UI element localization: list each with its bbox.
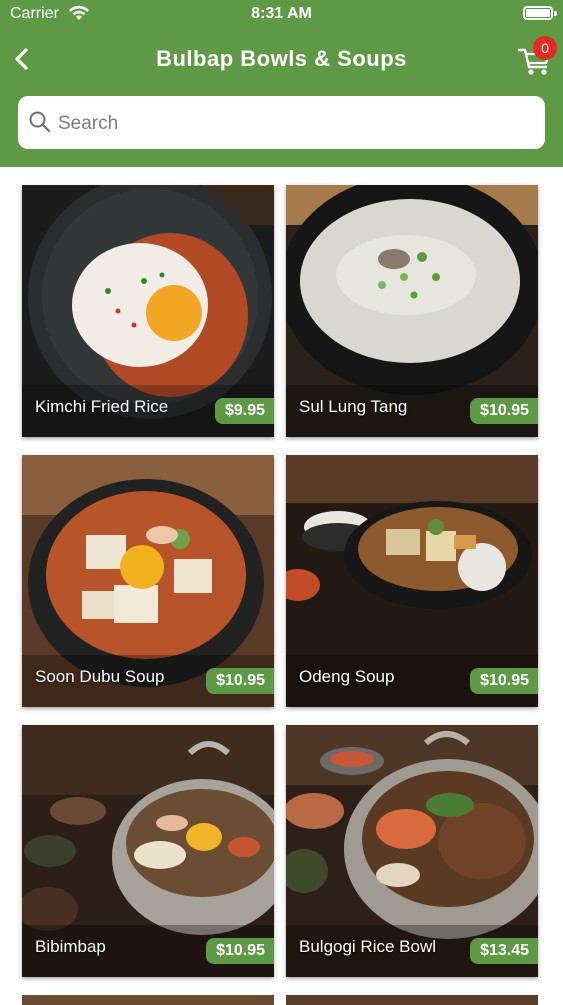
menu-item-name: Soon Dubu Soup [35,667,165,686]
search-icon [29,111,51,133]
menu-item-card[interactable]: Odeng Soup $10.95 [286,455,538,707]
menu-grid: Kimchi Fried Rice $9.95 Sul Lung Tang $1… [0,167,563,1005]
clock: 8:31 AM [251,5,312,22]
menu-item-price: $10.95 [470,398,538,424]
menu-item-card-partial[interactable] [286,995,538,1005]
menu-item-price: $10.95 [206,938,274,964]
menu-item-card[interactable]: Bibimbap $10.95 [22,725,274,977]
menu-item-name: Kimchi Fried Rice [35,397,169,416]
menu-item-card[interactable]: Bulgogi Rice Bowl $13.45 [286,725,538,977]
search-input[interactable] [56,96,530,151]
menu-item-card[interactable]: Kimchi Fried Rice $9.95 [22,185,274,437]
menu-item-price: $9.95 [214,398,274,424]
status-bar: Carrier 8:31 AM [0,0,563,30]
menu-item-name: Sul Lung Tang [299,397,408,416]
menu-item-photo-partial [286,995,538,1005]
battery-tip [554,11,557,16]
menu-item-name: Bibimbap [35,937,106,956]
menu-item-price: $10.95 [206,668,274,694]
menu-item-name: Bulgogi Rice Bowl [299,937,437,956]
menu-item-price: $13.45 [470,938,538,964]
search-bar[interactable] [18,96,545,151]
menu-item-price: $10.95 [470,668,538,694]
battery-icon [523,6,553,20]
menu-item-photo-partial [22,995,274,1005]
menu-item-card[interactable]: Sul Lung Tang $10.95 [286,185,538,437]
menu-item-card-partial[interactable] [22,995,274,1005]
app-header: Carrier 8:31 AM Bulbap Bowls & Soups 0 [0,0,563,167]
menu-item-name: Odeng Soup [299,667,395,686]
page-title: Bulbap Bowls & Soups [156,46,407,71]
cart-count-badge: 0 [533,36,557,60]
menu-item-card[interactable]: Soon Dubu Soup $10.95 [22,455,274,707]
